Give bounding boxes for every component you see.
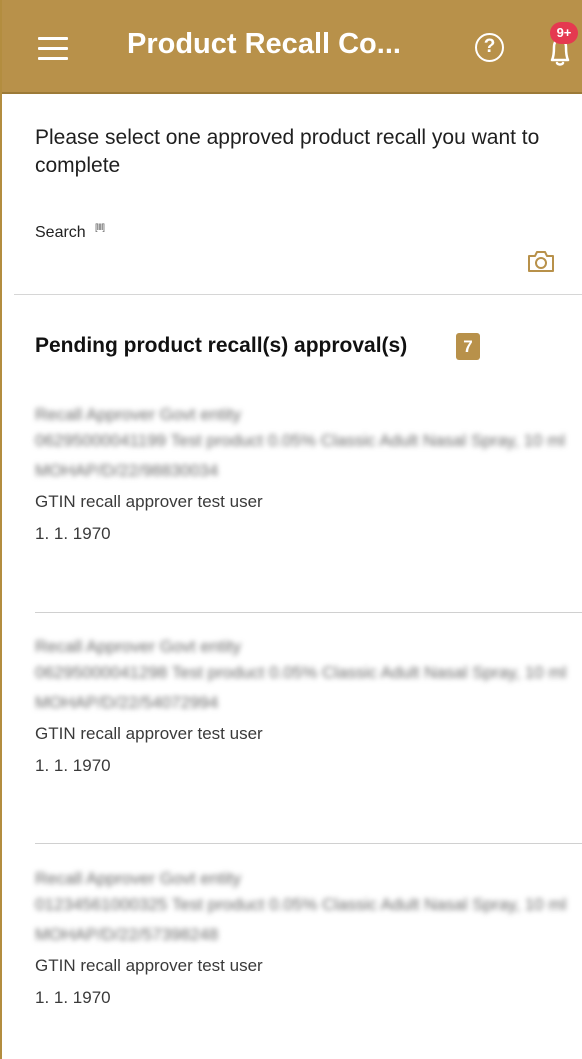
notification-badge: 9+ (550, 22, 578, 44)
search-input[interactable] (35, 246, 515, 282)
pending-count-badge: 7 (456, 333, 480, 360)
recall-product: 06295000041199 Test product 0.05% Classi… (35, 431, 566, 450)
item-divider (35, 843, 582, 844)
recall-reference: MOHAP/D/22/54072994 (35, 693, 219, 712)
recall-date: 1. 1. 1970 (35, 756, 111, 775)
recall-product: 06295000041298 Test product 0.05% Classi… (35, 663, 567, 682)
recall-date: 1. 1. 1970 (35, 524, 111, 543)
hamburger-menu-icon[interactable] (38, 37, 68, 61)
item-divider (35, 612, 582, 613)
recall-date: 1. 1. 1970 (35, 988, 111, 1007)
app-screen: Product Recall Co... ? 9+ Please select … (0, 0, 582, 1059)
pending-section-title: Pending product recall(s) approval(s) (35, 334, 408, 357)
search-label: Search (35, 224, 86, 241)
instruction-text: Please select one approved product recal… (35, 126, 540, 177)
help-circle-icon[interactable]: ? (475, 33, 504, 62)
recall-user: GTIN recall approver test user (35, 492, 263, 511)
barcode-icon: [IIII] (95, 222, 105, 232)
recall-reference: MOHAP/D/22/98830034 (35, 461, 219, 480)
recall-entity: Recall Approver Govt entity (35, 869, 241, 888)
recall-entity: Recall Approver Govt entity (35, 405, 241, 424)
recall-user: GTIN recall approver test user (35, 956, 263, 975)
recall-list-item[interactable]: Recall Approver Govt entity 062950000411… (35, 402, 567, 550)
camera-icon[interactable] (526, 249, 556, 274)
recall-list-item[interactable]: Recall Approver Govt entity 012345610003… (35, 866, 567, 1014)
section-divider (14, 294, 582, 295)
recall-list-item[interactable]: Recall Approver Govt entity 062950000412… (35, 634, 567, 782)
recall-entity: Recall Approver Govt entity (35, 637, 241, 656)
app-bar: Product Recall Co... ? 9+ (2, 0, 582, 94)
recall-reference: MOHAP/D/22/57398248 (35, 925, 219, 944)
recall-user: GTIN recall approver test user (35, 724, 263, 743)
recall-product: 01234561000325 Test product 0.05% Classi… (35, 895, 567, 914)
page-title: Product Recall Co... (127, 28, 401, 60)
